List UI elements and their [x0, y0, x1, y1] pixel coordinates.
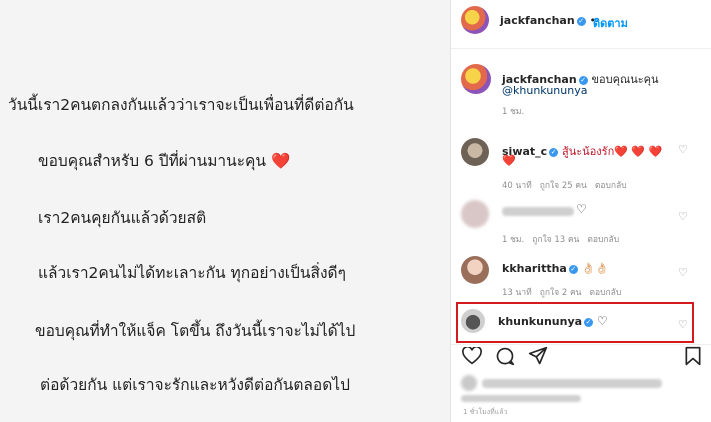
comment-3-username[interactable]: kkharittha [502, 262, 567, 275]
liked-by-avatar[interactable] [461, 375, 477, 391]
avatar-jackfanchan-caption[interactable] [461, 64, 491, 94]
post-line-1: วันนี้เรา2คนตกลงกันแล้วว่าเราจะเป็นเพื่อ… [8, 96, 354, 114]
post-line-5: ขอบคุณที่ทำให้แจ็ค โตขึ้น ถึงวันนี้เราจะ… [35, 322, 356, 340]
comment-1-likes[interactable]: ถูกใจ 25 คน [540, 181, 587, 191]
post-line-6: ต่อด้วยกัน แต่เราจะรักและหวังดีต่อกันตลอ… [40, 376, 350, 394]
comment-1-text: สู้นะน้องรัก❤️ ❤️ ❤️ [562, 145, 663, 158]
liked-by-text-2 [461, 395, 581, 402]
comment-3-reply[interactable]: ตอบกลับ [589, 288, 621, 298]
post-line-2-text: ขอบคุณสำหรับ 6 ปีที่ผ่านมานะคุน [38, 152, 266, 170]
bookmark-icon[interactable] [684, 346, 702, 366]
comment-1-like-heart-icon[interactable]: ♡ [678, 143, 688, 156]
comment-2-like-heart-icon[interactable]: ♡ [678, 210, 688, 223]
header-divider [451, 48, 711, 49]
comment-3-likes[interactable]: ถูกใจ 2 คน [540, 288, 582, 298]
comment-3-line: kkharittha ✓ 👌🏻👌🏻 [502, 262, 609, 275]
comment-icon[interactable] [495, 346, 515, 366]
liked-by-text [482, 379, 662, 388]
comment-2-meta: 1 ชม. ถูกใจ 13 คน ตอบกลับ [502, 235, 620, 245]
follow-button[interactable]: ติดตาม [593, 14, 628, 32]
verified-icon: ✓ [568, 265, 578, 274]
post-timestamp: 1 ชั่วโมงที่แล้ว [463, 408, 508, 416]
comment-1-text-cont: ❤️ [502, 154, 516, 167]
comment-1-meta: 40 นาที ถูกใจ 25 คน ตอบกลับ [502, 181, 627, 191]
like-heart-icon[interactable] [462, 347, 482, 365]
avatar-jackfanchan-header[interactable] [461, 6, 489, 34]
comment-2-reply[interactable]: ตอบกลับ [587, 235, 619, 245]
comment-3-text: 👌🏻👌🏻 [581, 262, 610, 275]
avatar-kkharittha[interactable] [461, 256, 489, 284]
caption-time: 1 ชม. [502, 107, 525, 117]
post-line-4: แล้วเรา2คนไม่ได้ทะเลาะกัน ทุกอย่างเป็นสิ… [38, 264, 346, 282]
comment-1-reply[interactable]: ตอบกลับ [595, 181, 627, 191]
highlight-box [456, 302, 694, 343]
blurred-username [502, 207, 574, 216]
share-icon[interactable] [528, 346, 548, 366]
actions-divider [451, 344, 711, 345]
comment-3-meta: 13 นาที ถูกใจ 2 คน ตอบกลับ [502, 288, 622, 298]
post-line-3: เรา2คนคุยกันแล้วด้วยสติ [38, 209, 207, 227]
comment-3-like-heart-icon[interactable]: ♡ [678, 266, 688, 279]
header-username[interactable]: jackfanchan ✓ • [500, 14, 596, 27]
verified-icon: ✓ [576, 17, 586, 26]
comment-1-line: siwat_c ✓ สู้นะน้องรัก❤️ ❤️ ❤️ [502, 142, 662, 160]
post-line-2: ขอบคุณสำหรับ 6 ปีที่ผ่านมานะคุน ❤️ [38, 148, 290, 173]
avatar-blurred[interactable] [461, 200, 489, 228]
comment-2-likes[interactable]: ถูกใจ 13 คน [532, 235, 579, 245]
avatar-siwat[interactable] [461, 138, 489, 166]
comment-2-inline-heart-icon: ♡ [576, 202, 587, 216]
red-heart-icon: ❤️ [270, 152, 291, 170]
post-image: วันนี้เรา2คนตกลงกันแล้วว่าเราจะเป็นเพื่อ… [0, 0, 450, 422]
verified-icon: ✓ [549, 148, 559, 157]
caption-mention[interactable]: @khunkununya [502, 84, 587, 97]
caption-text: ขอบคุณนะคุน [591, 73, 659, 86]
